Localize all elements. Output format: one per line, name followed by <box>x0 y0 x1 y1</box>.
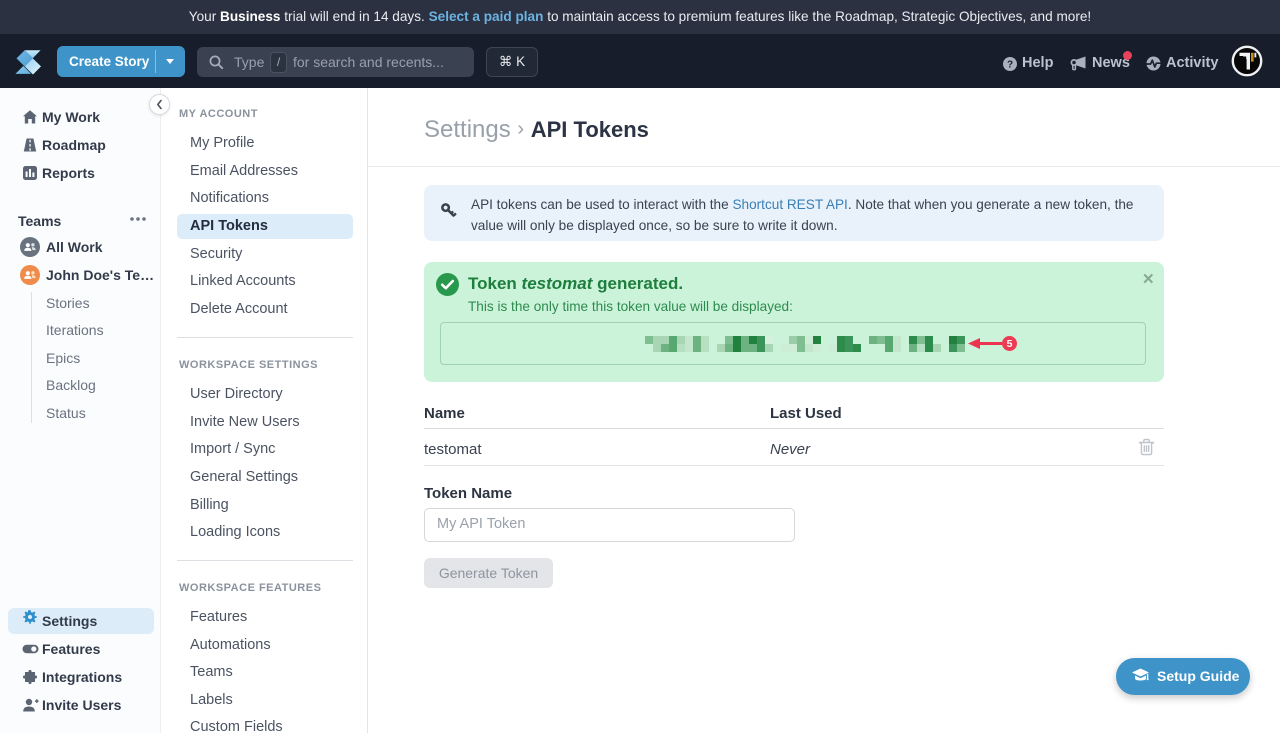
svg-text:?: ? <box>1007 59 1013 70</box>
svg-text:5: 5 <box>1007 338 1013 350</box>
